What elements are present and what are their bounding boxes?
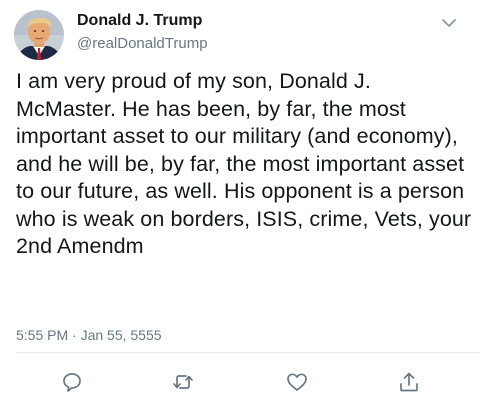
- chevron-down-icon[interactable]: [438, 12, 460, 34]
- author-name[interactable]: Donald J. Trump: [77, 12, 202, 30]
- tweet-card: Donald J. Trump @realDonaldTrump I am ve…: [0, 0, 480, 410]
- reply-icon[interactable]: [60, 370, 84, 394]
- tweet-actions: [0, 370, 480, 400]
- share-icon[interactable]: [397, 370, 421, 394]
- tweet-timestamp[interactable]: 5:55 PM · Jan 55, 5555: [16, 327, 162, 343]
- divider: [16, 352, 480, 353]
- avatar[interactable]: [14, 10, 64, 60]
- heart-icon[interactable]: [285, 370, 309, 394]
- author-handle[interactable]: @realDonaldTrump: [77, 35, 208, 52]
- avatar-image: [14, 10, 64, 60]
- retweet-icon[interactable]: [171, 370, 195, 394]
- tweet-text: I am very proud of my son, Donald J. McM…: [16, 69, 472, 258]
